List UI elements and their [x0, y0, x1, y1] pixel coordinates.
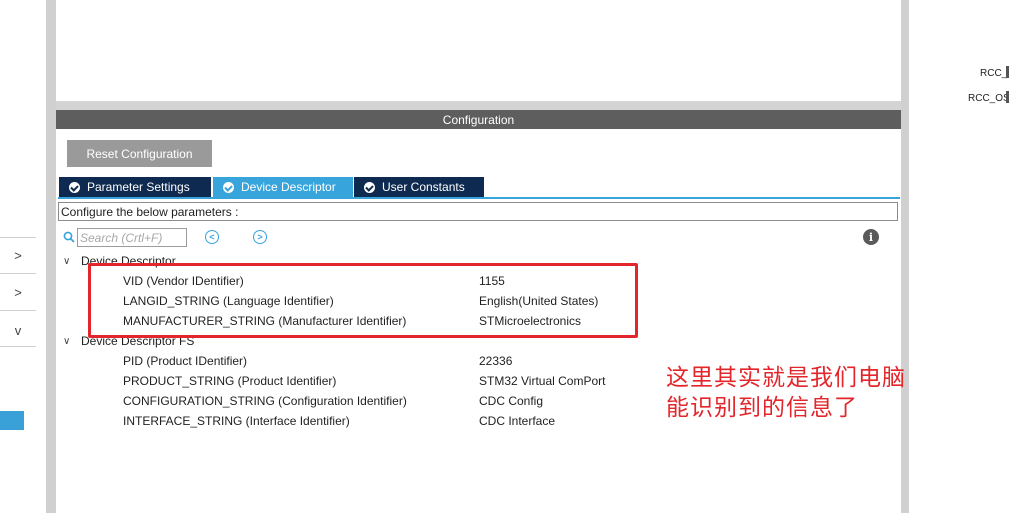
search-previous-icon[interactable]: < — [205, 230, 219, 244]
caret-down-icon[interactable]: ∨ — [63, 256, 75, 267]
parameter-value[interactable]: STM32 Virtual ComPort — [479, 373, 606, 389]
panel-separator[interactable] — [56, 101, 901, 110]
search-input[interactable] — [77, 228, 187, 247]
search-next-icon[interactable]: > — [253, 230, 267, 244]
tab-device-descriptor[interactable]: Device Descriptor — [213, 177, 353, 197]
right-splitter[interactable] — [901, 0, 909, 513]
left-splitter[interactable] — [46, 0, 56, 513]
annotation-line: 这里其实就是我们电脑 — [666, 365, 906, 391]
check-circle-icon — [69, 181, 80, 193]
mode-panel — [56, 0, 901, 101]
tab-label: Parameter Settings — [87, 180, 190, 194]
left-divider — [0, 310, 36, 311]
parameter-value[interactable]: CDC Interface — [479, 413, 555, 429]
search-icon — [63, 231, 75, 243]
check-circle-icon — [364, 181, 375, 193]
parameter-name: CONFIGURATION_STRING (Configuration Iden… — [123, 394, 407, 408]
parameter-row[interactable]: INTERFACE_STRING (Interface Identifier) — [123, 413, 643, 429]
info-icon[interactable]: i — [863, 229, 879, 245]
parameter-value[interactable]: CDC Config — [479, 393, 543, 409]
parameter-name: PID (Product IDentifier) — [123, 354, 248, 368]
reset-configuration-button[interactable]: Reset Configuration — [67, 140, 212, 167]
caret-down-icon[interactable]: ∨ — [63, 336, 75, 347]
tab-label: Device Descriptor — [241, 180, 336, 194]
pin-label[interactable]: RCC_OS — [968, 93, 1009, 104]
tab-parameter-settings[interactable]: Parameter Settings — [59, 177, 211, 197]
configuration-header: Configuration — [56, 110, 901, 129]
left-divider — [0, 346, 36, 347]
parameter-value[interactable]: 22336 — [479, 353, 512, 369]
expand-chevron-icon[interactable]: > — [0, 237, 36, 273]
tab-label: User Constants — [382, 180, 465, 194]
annotation-line: 能识别到的信息了 — [666, 395, 858, 421]
parameter-row[interactable]: PID (Product IDentifier) — [123, 353, 643, 369]
tab-user-constants[interactable]: User Constants — [354, 177, 484, 197]
parameter-name: INTERFACE_STRING (Interface Identifier) — [123, 414, 350, 428]
selected-indicator[interactable] — [0, 411, 24, 430]
tab-underline — [58, 197, 900, 199]
check-circle-icon — [223, 181, 234, 193]
annotation-text: 这里其实就是我们电脑 能识别到的信息了 — [666, 363, 966, 423]
pin-label[interactable]: RCC_C — [980, 68, 1009, 79]
configure-description: Configure the below parameters : — [58, 202, 898, 221]
collapse-chevron-icon[interactable]: v — [0, 312, 36, 348]
parameter-row[interactable]: CONFIGURATION_STRING (Configuration Iden… — [123, 393, 643, 409]
parameter-name: PRODUCT_STRING (Product Identifier) — [123, 374, 337, 388]
expand-chevron-icon[interactable]: > — [0, 274, 36, 310]
highlight-box — [88, 263, 638, 338]
